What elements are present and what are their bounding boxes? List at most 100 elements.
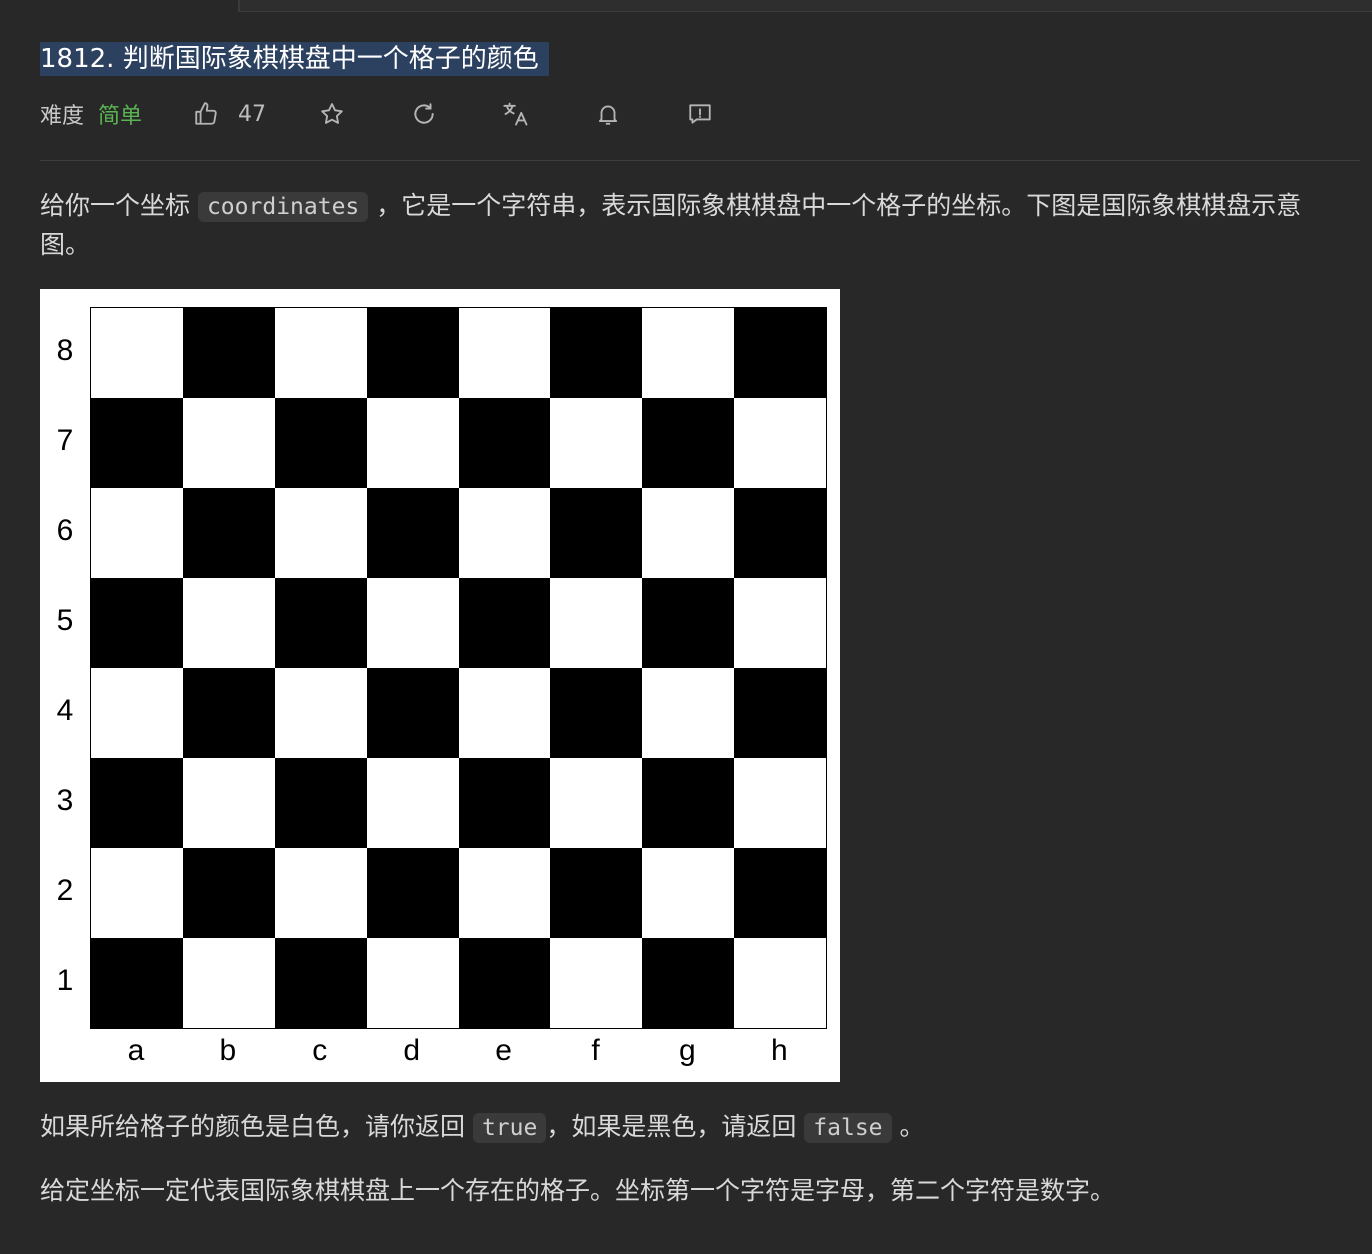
square-h5 — [734, 578, 826, 668]
square-a8 — [91, 308, 183, 398]
rank-label-3: 3 — [56, 784, 74, 817]
bell-icon[interactable] — [594, 100, 622, 128]
square-b7 — [182, 398, 275, 488]
square-a7 — [91, 398, 183, 488]
thumbs-up-icon[interactable] — [192, 100, 220, 128]
square-d5 — [366, 578, 459, 668]
square-g3 — [642, 758, 735, 848]
code-true: true — [472, 1113, 547, 1143]
header-divider — [40, 160, 1360, 161]
code-coordinates: coordinates — [197, 192, 369, 222]
square-c1 — [274, 938, 367, 1028]
square-g1 — [642, 938, 735, 1028]
square-c4 — [274, 668, 367, 758]
square-b4 — [182, 668, 275, 758]
description-paragraph-1: 给你一个坐标 coordinates ，它是一个字符串，表示国际象棋棋盘中一个格… — [40, 187, 1370, 264]
square-h3 — [734, 758, 826, 848]
p2-text-mid: ，如果是黑色，请返回 — [546, 1112, 805, 1141]
square-a4 — [91, 668, 183, 758]
square-a2 — [91, 848, 183, 938]
square-f1 — [550, 938, 643, 1028]
code-false: false — [804, 1113, 892, 1143]
rank-label-7: 7 — [56, 424, 74, 457]
square-a1 — [91, 938, 183, 1028]
square-g8 — [642, 308, 735, 398]
square-h1 — [734, 938, 826, 1028]
feedback-icon[interactable] — [686, 100, 714, 128]
rank-label-5: 5 — [56, 604, 74, 637]
square-e1 — [458, 938, 551, 1028]
square-d4 — [366, 668, 459, 758]
square-a5 — [91, 578, 183, 668]
file-label-a: a — [127, 1034, 145, 1067]
square-c6 — [274, 488, 367, 578]
chessboard-grid — [90, 307, 827, 1029]
square-f3 — [550, 758, 643, 848]
difficulty-label: 难度 — [40, 104, 85, 129]
rank-label-8: 8 — [56, 334, 74, 367]
square-g7 — [642, 398, 735, 488]
left-panel-tab-edge — [0, 0, 240, 12]
rank-label-1: 1 — [56, 964, 74, 997]
square-e3 — [458, 758, 551, 848]
square-c7 — [274, 398, 367, 488]
square-e4 — [458, 668, 551, 758]
translate-icon[interactable] — [502, 100, 530, 128]
square-g5 — [642, 578, 735, 668]
file-label-d: d — [403, 1034, 421, 1067]
p1-text-before: 给你一个坐标 — [40, 191, 198, 220]
square-f7 — [550, 398, 643, 488]
file-label-g: g — [679, 1034, 696, 1067]
difficulty-value: 简单 — [98, 104, 143, 129]
square-e6 — [458, 488, 551, 578]
file-label-h: h — [770, 1034, 788, 1067]
square-b6 — [182, 488, 275, 578]
square-e8 — [458, 308, 551, 398]
problem-meta-bar: 难度 简单 47 — [40, 96, 714, 132]
rank-label-4: 4 — [56, 694, 74, 727]
square-b3 — [182, 758, 275, 848]
p2-text-after: 。 — [891, 1112, 925, 1141]
square-e5 — [458, 578, 551, 668]
square-h6 — [734, 488, 826, 578]
square-a3 — [91, 758, 183, 848]
square-d8 — [366, 308, 459, 398]
square-c5 — [274, 578, 367, 668]
star-icon[interactable] — [318, 100, 346, 128]
p1-text-wrap: 图。 — [40, 230, 91, 259]
square-b2 — [182, 848, 275, 938]
square-a6 — [91, 488, 183, 578]
file-label-e: e — [495, 1034, 512, 1067]
square-e7 — [458, 398, 551, 488]
square-f8 — [550, 308, 643, 398]
square-c3 — [274, 758, 367, 848]
square-d7 — [366, 398, 459, 488]
square-d3 — [366, 758, 459, 848]
square-c2 — [274, 848, 367, 938]
square-e2 — [458, 848, 551, 938]
square-d6 — [366, 488, 459, 578]
file-label-f: f — [591, 1034, 600, 1067]
p1-text-after: ，它是一个字符串，表示国际象棋棋盘中一个格子的坐标。下图是国际象棋棋盘示意 — [368, 191, 1302, 220]
square-d2 — [366, 848, 459, 938]
square-d1 — [366, 938, 459, 1028]
square-c8 — [274, 308, 367, 398]
square-g2 — [642, 848, 735, 938]
square-h2 — [734, 848, 826, 938]
square-f2 — [550, 848, 643, 938]
top-tab-bar — [240, 0, 1372, 12]
square-g4 — [642, 668, 735, 758]
square-h8 — [734, 308, 826, 398]
square-b8 — [182, 308, 275, 398]
problem-title: 1812. 判断国际象棋棋盘中一个格子的颜色 — [40, 42, 549, 76]
rank-label-2: 2 — [56, 874, 74, 907]
refresh-icon[interactable] — [410, 100, 438, 128]
square-f5 — [550, 578, 643, 668]
likes-count: 47 — [238, 101, 267, 127]
rank-label-6: 6 — [56, 514, 74, 547]
square-b5 — [182, 578, 275, 668]
square-f4 — [550, 668, 643, 758]
file-label-c: c — [312, 1034, 328, 1067]
description-paragraph-3: 给定坐标一定代表国际象棋棋盘上一个存在的格子。坐标第一个字符是字母，第二个字符是… — [40, 1176, 1116, 1205]
square-g6 — [642, 488, 735, 578]
